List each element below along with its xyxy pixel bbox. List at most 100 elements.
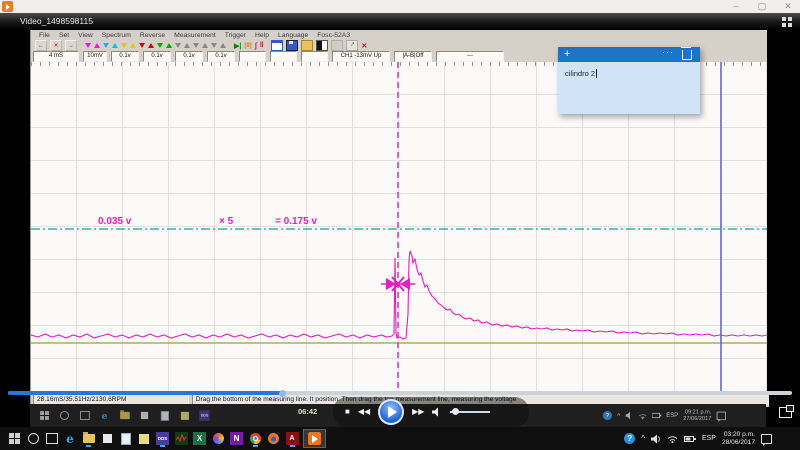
window-title-strip: – ▢ ✕ [0,0,800,13]
maximize-button[interactable]: ▢ [752,0,772,12]
measure-marker-icon[interactable] [381,277,415,291]
action-center-icon[interactable] [761,434,772,444]
volt-box-1[interactable]: 0.1v [111,51,139,62]
start-button[interactable] [8,432,21,445]
popout-icon[interactable] [779,407,792,418]
run-icon[interactable]: ▶| [234,42,241,50]
volt-box-4[interactable]: 0.1v [207,51,235,62]
file-explorer-icon[interactable] [82,432,95,445]
mini-player-icon[interactable] [782,17,794,27]
aux3-up-triangle-icon[interactable] [220,43,226,48]
sticky-note: + ··· cilindro 2 [558,47,700,114]
menu-view[interactable]: View [78,32,93,39]
empty-box-3[interactable] [301,51,328,62]
menu-file[interactable]: File [39,32,50,39]
oscilloscope-app-icon[interactable] [175,432,188,445]
signal-icon[interactable]: ∫ [255,41,257,50]
ch5-up-triangle-icon[interactable] [166,43,172,48]
ch4-down-triangle-icon[interactable] [139,43,145,48]
ch1-up-triangle-icon[interactable] [94,43,100,48]
note-trash-icon[interactable] [682,50,692,60]
edge-icon[interactable]: e [64,432,77,445]
chrome-icon[interactable] [249,432,262,445]
menu-spectrum[interactable]: Spectrum [102,32,131,39]
aux1-up-triangle-icon[interactable] [184,43,190,48]
aux2-down-triangle-icon[interactable] [193,43,199,48]
scroll-right-icon[interactable]: → [65,40,77,51]
menu-help[interactable]: Help [255,32,269,39]
ch4-up-triangle-icon[interactable] [148,43,154,48]
aux2-up-triangle-icon[interactable] [202,43,208,48]
ch2-down-triangle-icon[interactable] [103,43,109,48]
firefox-icon[interactable] [267,432,280,445]
video-player-taskbar-icon[interactable] [304,430,325,447]
ch1-down-triangle-icon[interactable] [85,43,91,48]
empty-box-2[interactable] [270,51,297,62]
video-titlebar: Video_1498598115 [0,13,800,30]
ch3-up-triangle-icon[interactable] [130,43,136,48]
clock[interactable]: 03:20 p.m.28/06/2017 [722,431,755,447]
speaker-icon[interactable] [651,434,661,444]
volt-box-2[interactable]: 0.1v [143,51,171,62]
note-menu-button[interactable]: ··· [662,47,674,57]
volume-icon[interactable] [432,407,442,417]
volume-slider[interactable] [450,411,490,413]
wifi-icon[interactable] [667,434,678,443]
onenote-icon[interactable]: N [230,432,243,445]
ab-mode-box[interactable]: |A-B|Off [394,51,432,62]
open-icon[interactable] [301,40,313,51]
seek-knob[interactable] [279,390,286,397]
video-seek-bar[interactable] [8,391,792,395]
menu-device[interactable]: Fosc-52A3 [317,32,350,39]
menu-measurement[interactable]: Measurement [174,32,216,39]
sticky-note-header[interactable]: + ··· [558,47,700,62]
ch3-down-triangle-icon[interactable] [121,43,127,48]
menu-set[interactable]: Set [59,32,69,39]
zero-icon[interactable]: [0] [244,43,251,49]
help-tray-icon[interactable]: ? [624,433,635,444]
close-channel-icon[interactable]: ✕ [361,42,367,50]
minimize-button[interactable]: – [726,0,746,12]
save-icon[interactable] [286,40,298,51]
cortana-icon[interactable] [27,432,40,445]
extra-box[interactable]: --- [436,51,504,62]
volt-box-3[interactable]: 0.1v [175,51,203,62]
scale-box[interactable]: 10mV [83,51,107,62]
battery-icon[interactable] [684,435,696,443]
play-button[interactable] [378,399,404,425]
rewind-button[interactable]: ◀◀ [358,408,370,416]
aux3-down-triangle-icon[interactable] [211,43,217,48]
dds-app-icon[interactable]: DDS [156,432,169,445]
empty-box-1[interactable] [239,51,266,62]
ch5-down-triangle-icon[interactable] [157,43,163,48]
volume-knob[interactable] [452,408,459,415]
menu-reverse[interactable]: Reverse [140,32,165,39]
pause-icon[interactable]: ‖ [260,42,263,49]
window-view-icon[interactable] [271,40,283,51]
excel-icon[interactable]: X [193,432,206,445]
trigger-box[interactable]: CH1 -13mV Up [332,51,390,62]
store-icon[interactable] [101,432,114,445]
contrast-icon[interactable] [316,40,328,51]
menu-trigger[interactable]: Trigger [225,32,246,39]
timebase-box[interactable]: 4 mS [33,51,79,62]
close-button[interactable]: ✕ [778,0,798,12]
stop-button[interactable]: ■ [345,408,350,416]
paint-icon[interactable] [212,432,225,445]
aux1-down-triangle-icon[interactable] [175,43,181,48]
scroll-left-icon[interactable]: ← [35,40,47,51]
adobe-reader-icon[interactable]: A [286,432,299,445]
forward-button[interactable]: ▶▶ [412,408,424,416]
task-view-icon[interactable] [45,432,58,445]
marker-box-icon[interactable]: ✕ [50,40,62,51]
note-add-button[interactable]: + [564,48,570,60]
language-indicator[interactable]: ESP [702,435,716,442]
sticky-notes-icon[interactable] [138,432,151,445]
notepad-icon[interactable] [119,432,132,445]
export-icon[interactable]: ↗ [346,40,358,51]
hidden-icons-chevron[interactable]: ^ [641,434,645,443]
sticky-note-body[interactable]: cilindro 2 [558,62,700,114]
menu-language[interactable]: Language [278,32,308,39]
note-text[interactable]: cilindro 2 [565,69,597,78]
ch2-up-triangle-icon[interactable] [112,43,118,48]
